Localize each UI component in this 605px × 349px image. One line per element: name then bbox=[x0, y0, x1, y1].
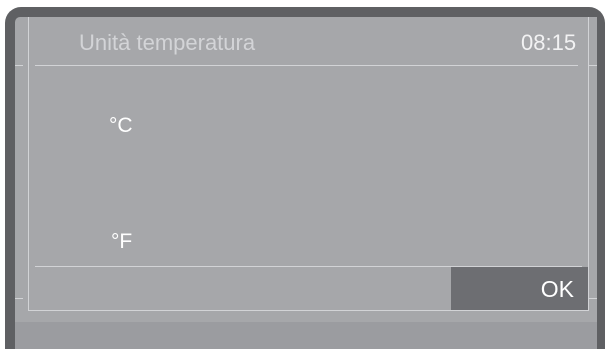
ok-button[interactable]: OK bbox=[451, 267, 588, 310]
frame-tick-right-bottom bbox=[589, 298, 597, 299]
option-fahrenheit[interactable]: °F bbox=[111, 228, 132, 256]
frame-left-line bbox=[28, 17, 29, 310]
header-divider bbox=[35, 65, 578, 66]
frame-tick-right-top bbox=[589, 65, 597, 66]
ok-button-label: OK bbox=[540, 276, 574, 302]
option-celsius[interactable]: °C bbox=[109, 112, 133, 140]
frame-bottom-line bbox=[28, 310, 589, 311]
clock-time: 08:15 bbox=[521, 30, 577, 55]
display-bottom-strip bbox=[15, 322, 597, 349]
screen-title: Unità temperatura bbox=[79, 30, 256, 55]
frame-right-line bbox=[588, 17, 589, 310]
frame-tick-left-top bbox=[15, 65, 23, 66]
frame-tick-left-bottom bbox=[15, 298, 23, 299]
